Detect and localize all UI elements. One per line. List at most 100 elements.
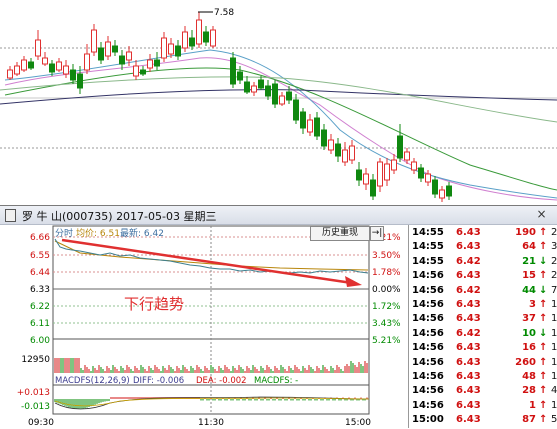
tick-count: 1 <box>551 371 557 382</box>
history-replay-button[interactable]: 历史重现 <box>310 226 370 241</box>
tick-count: 7 <box>551 284 557 296</box>
tick-count: 1 <box>551 399 557 411</box>
macd-dea-label: DEA: -0.002 <box>196 376 247 386</box>
tick-row: 14:56 6.42 44 ↓ 7 <box>409 285 557 300</box>
candle-body <box>119 55 125 65</box>
tick-time: 14:56 <box>412 399 444 411</box>
candle-body <box>35 39 41 57</box>
candle-body <box>91 29 97 53</box>
tick-volume: 21 <box>522 255 536 267</box>
candle-body <box>133 65 139 77</box>
candle-body <box>230 57 236 85</box>
jump-end-button[interactable]: →| <box>370 226 384 241</box>
intraday-chart[interactable]: 6.66 6.55 6.44 6.33 6.22 6.11 6.00 5.21%… <box>0 225 408 428</box>
macd-diff-label: DIFF: -0.006 <box>133 376 184 386</box>
candle-body <box>210 29 216 47</box>
macd-top-label: +0.013 <box>17 388 50 398</box>
latest-price-label: 最新: 6.42 <box>120 227 164 239</box>
tick-count: 2 <box>551 270 557 282</box>
candle-body <box>126 51 132 61</box>
candle-body <box>237 71 243 81</box>
candle-body <box>342 149 348 163</box>
tick-time: 14:55 <box>412 241 444 253</box>
candle-body <box>307 119 313 133</box>
macd-bottom-label: -0.013 <box>21 402 50 412</box>
candle-body <box>279 95 285 105</box>
candle-body <box>21 59 27 71</box>
close-icon[interactable]: × <box>534 207 549 221</box>
candle-body <box>300 111 306 129</box>
tick-volume: 28 <box>522 385 536 397</box>
popup-titlebar[interactable]: 罗 牛 山(000735) 2017-05-03 星期三 × <box>0 206 557 225</box>
tick-row: 14:55 6.43 190 ↑ 2 <box>409 227 557 242</box>
candle-body <box>161 37 167 59</box>
candle-body <box>418 167 424 179</box>
candle-body <box>14 65 20 75</box>
candle-body <box>404 151 410 161</box>
tick-price: 6.43 <box>456 342 481 354</box>
tick-price: 6.43 <box>456 385 481 397</box>
candle-body <box>42 57 48 65</box>
tick-time: 14:56 <box>412 313 444 325</box>
candle-body <box>196 19 202 45</box>
y-pct-3: 0.00% <box>372 285 401 295</box>
candle-body <box>335 143 341 157</box>
tick-time: 14:56 <box>412 342 444 354</box>
high-price-label: 7.58 <box>214 8 234 18</box>
daily-kline-chart[interactable]: 7.58 <box>0 0 557 205</box>
candle-body <box>384 163 390 181</box>
candle-body <box>425 173 431 183</box>
tick-price: 6.43 <box>456 414 481 426</box>
y-price-6: 6.00 <box>30 336 50 346</box>
arrow-up-icon: ↑ <box>539 299 548 310</box>
candle-body <box>314 117 320 137</box>
tick-row: 14:55 6.43 64 ↑ 3 <box>409 241 557 256</box>
candle-body <box>391 159 397 171</box>
arrow-up-icon: ↑ <box>539 270 548 282</box>
arrow-down-icon: ↓ <box>539 284 548 296</box>
candle-body <box>147 59 153 69</box>
arrow-up-icon: ↑ <box>539 227 548 238</box>
candle-body <box>84 53 90 71</box>
tick-time: 14:56 <box>412 385 444 397</box>
candle-body <box>370 179 376 197</box>
tick-count: 2 <box>551 227 557 238</box>
tick-count: 1 <box>551 313 557 325</box>
candle-body <box>321 129 327 147</box>
tick-volume: 260 <box>515 356 536 368</box>
candle-body <box>77 73 83 89</box>
tick-volume: 48 <box>522 371 536 382</box>
tick-count: 1 <box>551 327 557 339</box>
candle-body <box>182 31 188 49</box>
tick-volume: 10 <box>522 327 536 339</box>
tick-price: 6.42 <box>456 284 481 296</box>
tick-volume: 44 <box>522 284 536 296</box>
candle-body <box>56 61 62 71</box>
tick-price: 6.42 <box>456 327 481 339</box>
tick-row: 14:56 6.43 37 ↑ 1 <box>409 313 557 328</box>
tick-count: 5 <box>551 414 557 426</box>
y-price-4: 6.22 <box>30 302 50 312</box>
tick-count: 2 <box>551 255 557 267</box>
tick-row: 14:56 6.42 10 ↓ 1 <box>409 328 557 343</box>
tick-price: 6.43 <box>456 356 481 368</box>
tick-row: 14:56 6.43 16 ↑ 1 <box>409 342 557 357</box>
candle-body <box>98 47 104 61</box>
candle-body <box>363 173 369 185</box>
arrow-down-icon: ↓ <box>539 255 548 267</box>
candle-body <box>203 31 209 43</box>
avg-price-label: 均价: 6.51 <box>76 227 120 239</box>
tick-count: 3 <box>551 241 557 253</box>
candle-body <box>356 169 362 181</box>
tick-price: 6.43 <box>456 227 481 238</box>
tick-price: 6.43 <box>456 299 481 310</box>
tick-time: 14:56 <box>412 284 444 296</box>
tick-list[interactable]: 14:55 6.43 190 ↑ 2 14:55 6.43 64 ↑ 3 14:55 6.42 21 ↓ 2… <box>408 225 557 428</box>
candle-body <box>272 83 278 105</box>
arrow-up-icon: ↑ <box>539 241 548 253</box>
y-pct-6: 5.21% <box>372 336 401 346</box>
candle-body <box>70 69 76 81</box>
intraday-popup-window[interactable]: 罗 牛 山(000735) 2017-05-03 星期三 × 6.66 6.55… <box>0 205 557 428</box>
macdfs-label: MACDFS: - <box>254 376 298 386</box>
tick-price: 6.43 <box>456 241 481 253</box>
